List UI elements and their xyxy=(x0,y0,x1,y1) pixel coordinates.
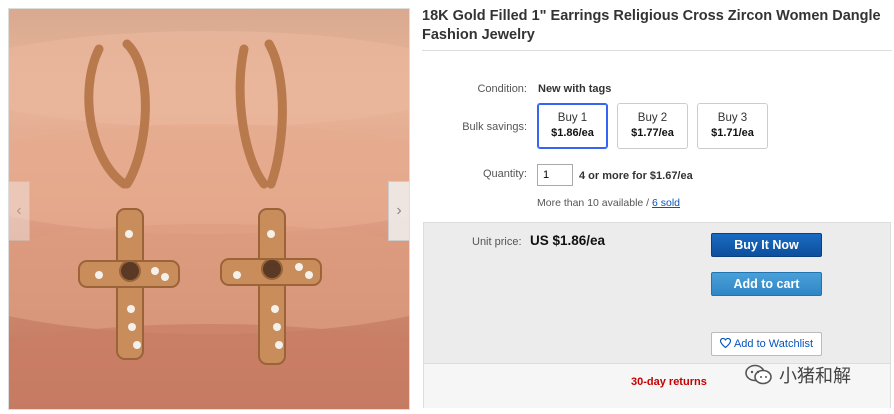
bulk-option-buy-2[interactable]: Buy 2 $1.77/ea xyxy=(617,103,688,149)
product-title: 18K Gold Filled 1" Earrings Religious Cr… xyxy=(422,8,881,43)
chevron-right-icon: › xyxy=(396,202,402,219)
unit-price: US $1.86/ea xyxy=(530,233,606,248)
buy-it-now-button[interactable]: Buy It Now xyxy=(711,233,822,257)
gallery-next-button[interactable]: › xyxy=(388,181,409,241)
heart-icon xyxy=(719,337,732,351)
quantity-label: Quantity: xyxy=(482,168,527,180)
bulk-option-buy-1[interactable]: Buy 1 $1.86/ea xyxy=(537,103,608,149)
quantity-input[interactable] xyxy=(537,164,573,186)
bulk-option-qty: Buy 2 xyxy=(637,112,668,124)
quantity-offer: 4 or more for $1.67/ea xyxy=(579,170,693,182)
bulk-savings-label: Bulk savings: xyxy=(462,121,527,133)
unit-price-label: Unit price: xyxy=(472,236,522,248)
watchlist-label: Add to Watchlist xyxy=(733,338,814,350)
bulk-option-qty: Buy 3 xyxy=(717,112,748,124)
title-divider xyxy=(422,50,892,51)
availability-text: More than 10 available / xyxy=(537,197,652,209)
returns-policy: 30-day returns xyxy=(631,376,707,388)
bulk-option-price: $1.77/ea xyxy=(631,127,674,139)
product-image[interactable]: ‹ › xyxy=(8,8,410,410)
bulk-option-buy-3[interactable]: Buy 3 $1.71/ea xyxy=(697,103,768,149)
bulk-option-price: $1.86/ea xyxy=(551,127,594,139)
watermark-text: 小猪和解 xyxy=(779,366,851,386)
bulk-option-price: $1.71/ea xyxy=(711,127,754,139)
wechat-icon xyxy=(745,364,773,386)
gallery-prev-button[interactable]: ‹ xyxy=(9,181,30,241)
sold-count-link[interactable]: 6 sold xyxy=(652,197,680,209)
condition-value: New with tags xyxy=(538,83,612,95)
add-to-watchlist-button[interactable]: Add to Watchlist xyxy=(711,332,822,356)
watermark: 小猪和解 xyxy=(745,362,851,388)
condition-label: Condition: xyxy=(477,83,527,95)
earrings-photo xyxy=(9,31,409,409)
bulk-option-qty: Buy 1 xyxy=(557,112,588,124)
availability: More than 10 available / 6 sold xyxy=(537,197,680,209)
chevron-left-icon: ‹ xyxy=(16,202,22,219)
add-to-cart-button[interactable]: Add to cart xyxy=(711,272,822,296)
